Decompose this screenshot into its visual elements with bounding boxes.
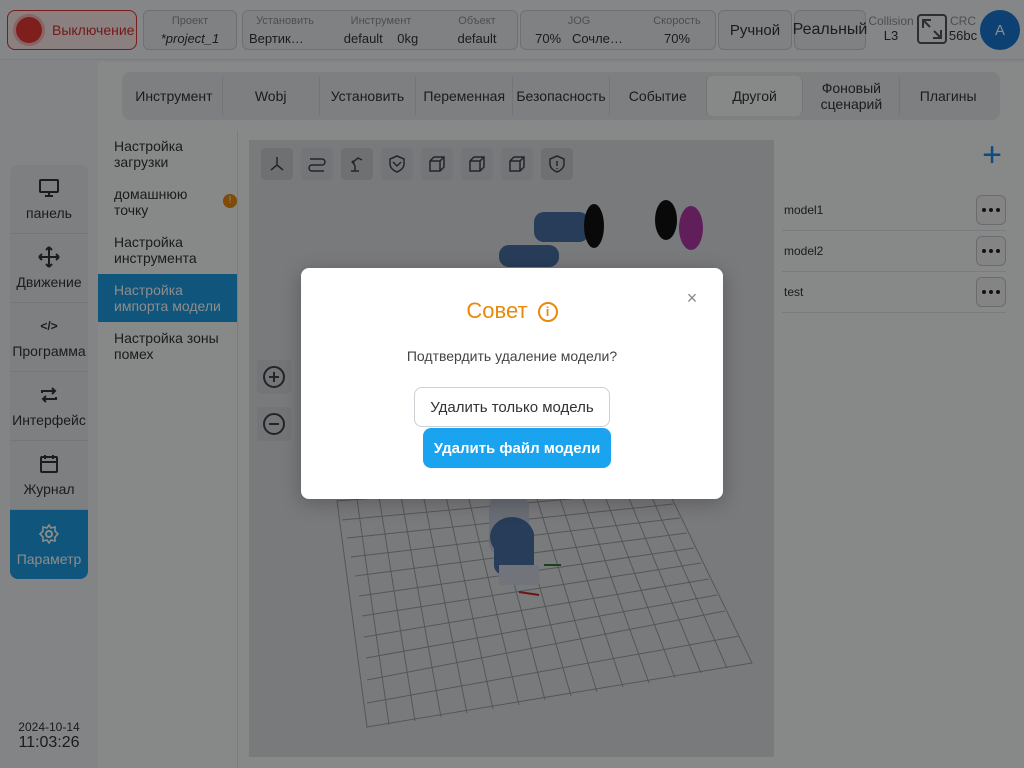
dialog-message: Подтвердить удаление модели? xyxy=(406,348,618,364)
info-icon: i xyxy=(537,301,558,322)
delete-model-only-button[interactable]: Удалить только модель xyxy=(414,387,610,427)
confirm-delete-dialog: Совет i × Подтвердить удаление модели? Уд… xyxy=(301,268,723,499)
delete-model-file-button[interactable]: Удалить файл модели xyxy=(423,428,611,468)
dialog-title: Совет i xyxy=(301,298,723,324)
dialog-title-text: Совет xyxy=(466,298,528,323)
close-icon[interactable]: × xyxy=(684,289,700,307)
